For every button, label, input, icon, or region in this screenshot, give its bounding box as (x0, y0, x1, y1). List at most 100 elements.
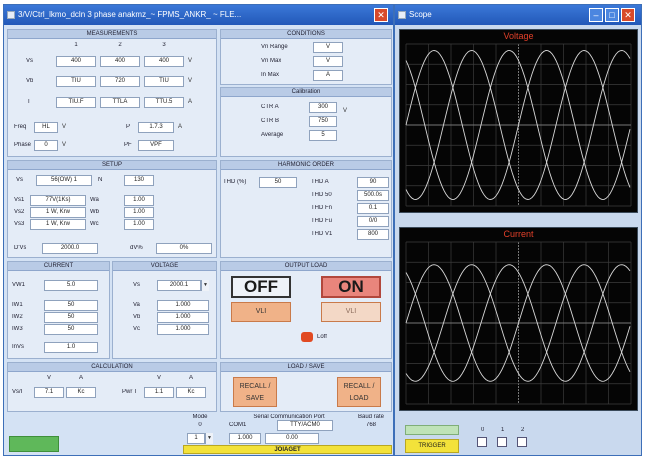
current-panel: CURRENT VW1 5.0 IW1 50 IW2 50 IW3 50 InV… (7, 261, 110, 359)
thd-value[interactable]: 50 (259, 177, 297, 188)
phase-value: 0 (34, 140, 58, 151)
trigger-button[interactable]: TRIGGER (405, 439, 459, 453)
recall-save-button[interactable]: RECALL / SAVE (233, 377, 277, 407)
mode-select[interactable]: 1 (187, 433, 205, 444)
ch-1-checkbox[interactable] (497, 437, 507, 447)
cal-label-2: CTR B (261, 118, 279, 124)
loadsave-panel: LOAD / SAVE RECALL / SAVE RECALL / LOAD (220, 362, 392, 412)
ch-label-1: 1 (501, 427, 505, 433)
setup-row2-value[interactable]: 1 W, Krw (30, 207, 86, 218)
output-panel: OUTPUT LOAD OFF ON VLI VLI Loff (220, 261, 392, 359)
recall-load-button[interactable]: RECALL / LOAD (337, 377, 381, 407)
cur-row5-value[interactable]: 1.0 (44, 342, 98, 353)
vs-value-2: 400 (100, 56, 140, 67)
cur-row2-value[interactable]: 50 (44, 300, 98, 311)
ch-0-checkbox[interactable] (477, 437, 487, 447)
app-icon (7, 11, 15, 19)
voltage-panel: VOLTAGE Vs 2000.1 ▼ Va 1.000 Vb 1.000 Vc… (112, 261, 217, 359)
port-value[interactable]: TTY/ACM0 (277, 420, 333, 431)
cur-row1-value[interactable]: 5.0 (44, 280, 98, 291)
led-label: Loff (317, 334, 327, 340)
col-1-header: 1 (74, 42, 78, 48)
setup-vs-label: Vs (16, 177, 24, 183)
voltage-scope-title: Voltage (503, 31, 534, 41)
on-button[interactable]: ON (321, 276, 381, 298)
current-waveform-plot (405, 241, 632, 405)
port-select-2[interactable]: 1.000 (229, 433, 261, 444)
baud-label: Baud rate (357, 414, 385, 420)
volt-vs-label: Vs (133, 282, 141, 288)
volt-vs-value[interactable]: 2000.1 (157, 280, 201, 291)
cal-unit: V (343, 108, 348, 114)
limit-label-1: Vn Range (261, 44, 288, 50)
thd-row3-value: 0.1 (357, 203, 389, 214)
connection-status-indicator (9, 436, 59, 452)
vli-left-button[interactable]: VLI (231, 302, 291, 322)
calc-v2: Kc (66, 387, 96, 398)
calc-v1: 7.1 (34, 387, 64, 398)
current-unit: A (188, 99, 193, 105)
cal-value-1[interactable]: 300 (309, 102, 337, 113)
thd-row1-label: THD A (311, 179, 329, 185)
limit-value-2: V (313, 56, 343, 67)
pf-label: PF (124, 142, 132, 148)
setup-header: SETUP (8, 161, 216, 170)
control-window-titlebar[interactable]: 3/V/Ctrl_lkmo_dcln 3 phase anakmz_~ FPMS… (4, 5, 393, 25)
off-button[interactable]: OFF (231, 276, 291, 298)
cal-value-3[interactable]: 5 (309, 130, 337, 141)
phase-label: Phase (14, 142, 32, 148)
thd-row3-label: THD Fn (311, 205, 332, 211)
setup-row2-mid: Wb (90, 209, 99, 215)
dv-pct-label: dV% (130, 245, 143, 251)
p-label: P (126, 124, 131, 130)
setup-vs-value[interactable]: 56(OW) 1 (36, 175, 92, 186)
col-2-header: 2 (118, 42, 122, 48)
output-header: OUTPUT LOAD (221, 262, 391, 271)
thd-row2-label: THD 50 (311, 192, 332, 198)
cur-row3-value[interactable]: 50 (44, 312, 98, 323)
mode-chevron-icon[interactable]: ▼ (205, 433, 213, 444)
cal-value-2[interactable]: 750 (309, 116, 337, 127)
freq-unit: V (62, 124, 67, 130)
status-bar: JOIAGET (183, 445, 392, 454)
control-window-title: 3/V/Ctrl_lkmo_dcln 3 phase anakmz_~ FPMS… (18, 10, 242, 19)
volt-row3-label: Vc (133, 326, 141, 332)
cal-label-3: Average (261, 132, 284, 138)
chevron-down-icon[interactable]: ▼ (201, 280, 209, 291)
calc-panel: CALCULATION V A Vs/I 7.1 Kc V A Pwr T 1.… (7, 362, 217, 412)
cal-label-1: CTR A (261, 104, 279, 110)
volt-row2-label: Vb (133, 314, 141, 320)
setup-row1-value[interactable]: 77V(1Ks) (30, 195, 86, 206)
setup-row3-val2[interactable]: 1.00 (124, 219, 154, 230)
volt-row2-value[interactable]: 1.000 (157, 312, 209, 323)
close-icon[interactable]: ✕ (621, 8, 635, 22)
thd-label: THD (%) (223, 179, 247, 185)
limit-value-3: A (313, 70, 343, 81)
current-value-2: TTLA (100, 97, 140, 108)
setup-c-value[interactable]: 130 (124, 175, 154, 186)
vb-value-2: 720 (100, 76, 140, 87)
thd-row2-value: 500.0s (357, 190, 389, 201)
voltage-header: VOLTAGE (113, 262, 216, 271)
volt-row1-value[interactable]: 1.000 (157, 300, 209, 311)
setup-row3-value[interactable]: 1 W, Krw (30, 219, 86, 230)
calibration-panel: Calibration CTR A 300 CTR B 750 Average … (220, 87, 392, 157)
harmonics-header: HARMONIC ORDER (221, 161, 391, 170)
vli-right-button[interactable]: VLI (321, 302, 381, 322)
current-header: CURRENT (8, 262, 109, 271)
current-value-3: TTU.5 (144, 97, 184, 108)
ch-2-checkbox[interactable] (517, 437, 527, 447)
maximize-icon[interactable]: □ (605, 8, 619, 22)
setup-row1-val2[interactable]: 1.00 (124, 195, 154, 206)
calc-v3: 1.1 (144, 387, 174, 398)
scope-window-title: Scope (409, 10, 432, 19)
port-select-3[interactable]: 0.00 (265, 433, 319, 444)
vb-value-3: TIU (144, 76, 184, 87)
minimize-icon[interactable]: – (589, 8, 603, 22)
cur-row4-value[interactable]: 50 (44, 324, 98, 335)
setup-row2-val2[interactable]: 1.00 (124, 207, 154, 218)
setup-row1-label: Vs1 (14, 197, 25, 203)
volt-row3-value[interactable]: 1.000 (157, 324, 209, 335)
cur-row2-label: IW1 (12, 302, 23, 308)
close-icon[interactable]: ✕ (374, 8, 388, 22)
